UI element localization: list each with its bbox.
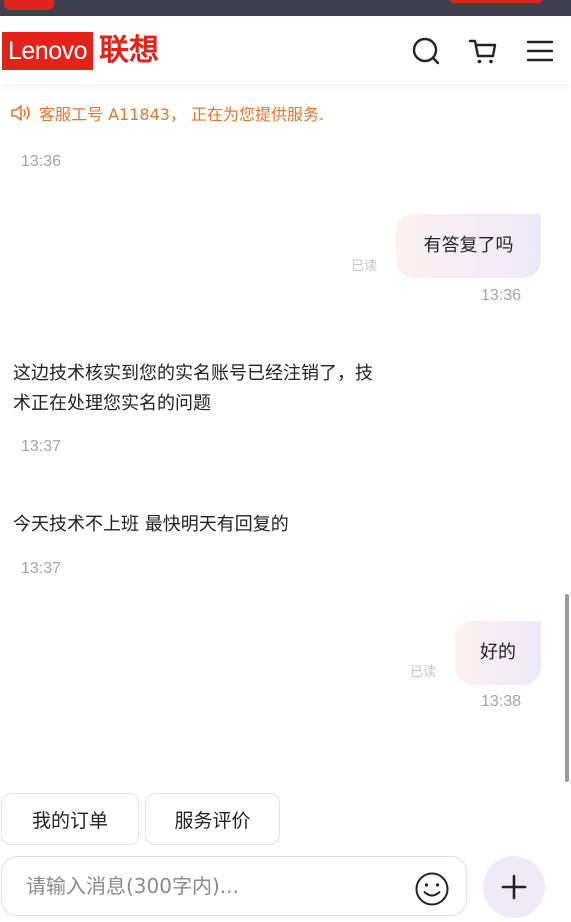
message-timestamp: 13:37 bbox=[21, 560, 62, 577]
plus-button[interactable] bbox=[483, 856, 545, 918]
message-timestamp: 13:36 bbox=[21, 153, 62, 170]
message-input[interactable] bbox=[24, 869, 408, 903]
message-timestamp: 13:37 bbox=[21, 438, 62, 455]
message-text-line: 术正在处理您实名的问题 bbox=[13, 393, 211, 414]
chat-bubble-outgoing: 好的 bbox=[455, 621, 541, 685]
message-timestamp: 13:36 bbox=[481, 287, 522, 304]
strip-red-tab-right bbox=[450, 0, 542, 3]
my-orders-button[interactable]: 我的订单 bbox=[1, 793, 139, 845]
cart-icon[interactable] bbox=[468, 36, 498, 66]
notice-text: 客服工号 A11843， 正在为您提供服务. bbox=[39, 105, 325, 124]
quick-action-label: 我的订单 bbox=[31, 809, 108, 832]
message-timestamp: 13:38 bbox=[481, 693, 522, 710]
lenovo-logo[interactable]: Lenovo 联想 bbox=[2, 32, 159, 70]
chat-message-incoming: 这边技术核实到您的实名账号已经注销了，技 术正在处理您实名的问题 bbox=[13, 359, 373, 419]
search-icon[interactable] bbox=[411, 36, 441, 66]
logo-cn: 联想 bbox=[99, 33, 160, 68]
message-composer bbox=[1, 856, 467, 916]
status-strip bbox=[0, 0, 571, 16]
chat-message-incoming: 今天技术不上班 最快明天有回复的 bbox=[13, 510, 289, 540]
message-text: 好的 bbox=[480, 642, 516, 663]
service-rating-button[interactable]: 服务评价 bbox=[145, 793, 280, 845]
plus-icon bbox=[501, 874, 527, 900]
chat-bubble-outgoing: 有答复了吗 bbox=[396, 214, 541, 278]
message-text: 有答复了吗 bbox=[423, 235, 514, 256]
strip-red-tab bbox=[4, 0, 54, 10]
read-status: 已读 bbox=[410, 665, 437, 680]
emoji-icon[interactable] bbox=[414, 871, 450, 907]
quick-action-label: 服务评价 bbox=[174, 809, 251, 832]
service-notice: 客服工号 A11843， 正在为您提供服务. bbox=[10, 101, 324, 125]
site-header: Lenovo 联想 bbox=[0, 16, 571, 84]
menu-icon[interactable] bbox=[525, 36, 555, 66]
message-text-line: 这边技术核实到您的实名账号已经注销了，技 bbox=[13, 363, 373, 384]
message-text: 今天技术不上班 最快明天有回复的 bbox=[13, 514, 289, 535]
speaker-icon bbox=[11, 105, 30, 121]
chat-scrollbar[interactable] bbox=[565, 594, 569, 782]
read-status: 已读 bbox=[351, 259, 378, 274]
logo-en: Lenovo bbox=[2, 32, 94, 70]
